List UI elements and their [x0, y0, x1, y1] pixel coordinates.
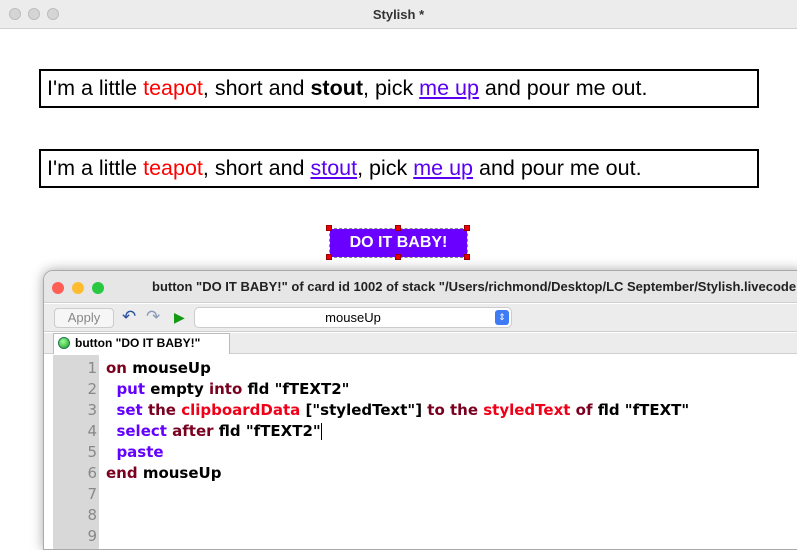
- minimize-button[interactable]: [28, 8, 40, 20]
- code-token: fld "fTEXT2": [218, 422, 321, 440]
- minimize-button[interactable]: [72, 282, 84, 294]
- line-text: put empty into fld "fTEXT2": [106, 379, 349, 400]
- text: I'm a little: [47, 76, 144, 100]
- handler-select[interactable]: mouseUp ⇕: [194, 307, 512, 328]
- text-link[interactable]: me up: [413, 156, 473, 180]
- code-token: paste: [106, 443, 164, 461]
- code-token: fld "fTEXT2": [247, 380, 350, 398]
- code-token: of: [575, 401, 598, 419]
- line-text: select after fld "fTEXT2": [106, 421, 322, 442]
- tab-label: button "DO IT BABY!": [75, 336, 201, 350]
- zoom-button[interactable]: [47, 8, 59, 20]
- text: , short and: [202, 76, 311, 100]
- window-titlebar: Stylish *: [0, 0, 797, 29]
- code-token: ["styledText"]: [305, 401, 428, 419]
- field-ftext2[interactable]: I'm a little teapot, short and stout, pi…: [39, 149, 759, 188]
- code-token: the: [147, 401, 182, 419]
- code-token: empty: [150, 380, 209, 398]
- text: , pick: [357, 156, 414, 180]
- line-number: 4: [87, 422, 97, 440]
- selection-handle[interactable]: [326, 225, 332, 231]
- text: and pour me out.: [473, 156, 642, 180]
- window-title: Stylish *: [372, 7, 425, 22]
- handler-select-value: mouseUp: [325, 310, 381, 325]
- apply-button[interactable]: Apply: [54, 308, 114, 328]
- text: and pour me out.: [478, 76, 648, 100]
- selection-handle[interactable]: [395, 254, 401, 260]
- code-token: select: [106, 422, 173, 440]
- line-text: on mouseUp: [106, 358, 211, 379]
- line-number: 6: [87, 464, 97, 482]
- line-text: end mouseUp: [106, 463, 221, 484]
- text: , short and: [202, 156, 311, 180]
- text: I'm a little: [47, 156, 144, 180]
- code-token: on: [106, 359, 133, 377]
- script-editor-title: button "DO IT BABY!" of card id 1002 of …: [152, 279, 797, 294]
- code-token: styledText: [483, 401, 576, 419]
- selection-handle[interactable]: [326, 254, 332, 260]
- chevron-updown-icon: ⇕: [495, 310, 509, 325]
- line-number: 2: [87, 380, 97, 398]
- line-number: 3: [87, 401, 97, 419]
- toolbar: Apply ↶ ↷ ▶ mouseUp ⇕: [44, 304, 797, 332]
- text: , pick: [363, 76, 420, 100]
- zoom-button[interactable]: [92, 282, 104, 294]
- tab-button-script[interactable]: button "DO IT BABY!": [53, 333, 230, 354]
- do-it-baby-button[interactable]: DO IT BABY!: [329, 228, 468, 258]
- code-token: to the: [427, 401, 484, 419]
- line-text: paste: [106, 442, 164, 463]
- close-button[interactable]: [52, 282, 64, 294]
- code-token: after: [172, 422, 219, 440]
- code-token: fld "fTEXT": [597, 401, 690, 419]
- close-button[interactable]: [9, 8, 21, 20]
- code-token: put: [106, 380, 151, 398]
- code-token: mouseUp: [142, 464, 222, 482]
- script-editor-window: button "DO IT BABY!" of card id 1002 of …: [43, 270, 797, 550]
- tab-bar: button "DO IT BABY!": [44, 333, 797, 354]
- status-green-icon: [58, 337, 70, 349]
- line-number: 1: [87, 359, 97, 377]
- text-bold: stout: [310, 76, 364, 100]
- line-number: 5: [87, 443, 97, 461]
- code-token: end: [106, 464, 143, 482]
- selection-handle[interactable]: [395, 225, 401, 231]
- redo-icon[interactable]: ↷: [146, 307, 160, 327]
- text-red: teapot: [143, 156, 203, 180]
- selection-handle[interactable]: [464, 254, 470, 260]
- line-number: 7: [87, 485, 97, 503]
- line-text: set the clipboardData ["styledText"] to …: [106, 400, 689, 421]
- code-token: mouseUp: [132, 359, 211, 377]
- script-editor-titlebar: button "DO IT BABY!" of card id 1002 of …: [44, 271, 797, 303]
- text-link[interactable]: stout: [310, 156, 357, 180]
- text-link[interactable]: me up: [419, 76, 479, 100]
- text-red: teapot: [143, 76, 203, 100]
- code-token: set: [106, 401, 148, 419]
- line-number: 8: [87, 506, 97, 524]
- run-icon[interactable]: ▶: [174, 307, 185, 327]
- text-caret: [320, 423, 322, 440]
- line-number: 9: [87, 527, 97, 545]
- code-token: into: [208, 380, 248, 398]
- field-ftext[interactable]: I'm a little teapot, short and stout, pi…: [39, 69, 759, 108]
- selection-handle[interactable]: [464, 225, 470, 231]
- undo-icon[interactable]: ↶: [122, 307, 136, 327]
- code-token: clipboardData: [181, 401, 306, 419]
